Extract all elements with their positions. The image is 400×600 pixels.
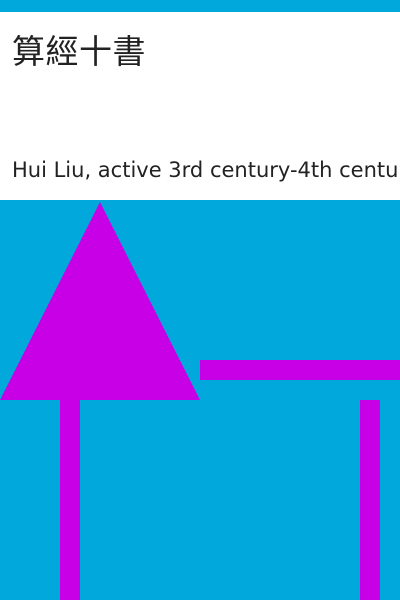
title-panel: 算經十書 Hui Liu, active 3rd century-4th cen…: [0, 12, 400, 200]
triangle-shape: [0, 202, 200, 400]
right-post-shape: [360, 400, 380, 600]
book-title: 算經十書: [12, 32, 146, 71]
cover-artwork: [0, 202, 400, 600]
left-post-shape: [60, 400, 80, 600]
horizontal-bar-shape: [200, 360, 400, 380]
book-author: Hui Liu, active 3rd century-4th century: [12, 158, 400, 182]
book-cover: 算經十書 Hui Liu, active 3rd century-4th cen…: [0, 0, 400, 600]
